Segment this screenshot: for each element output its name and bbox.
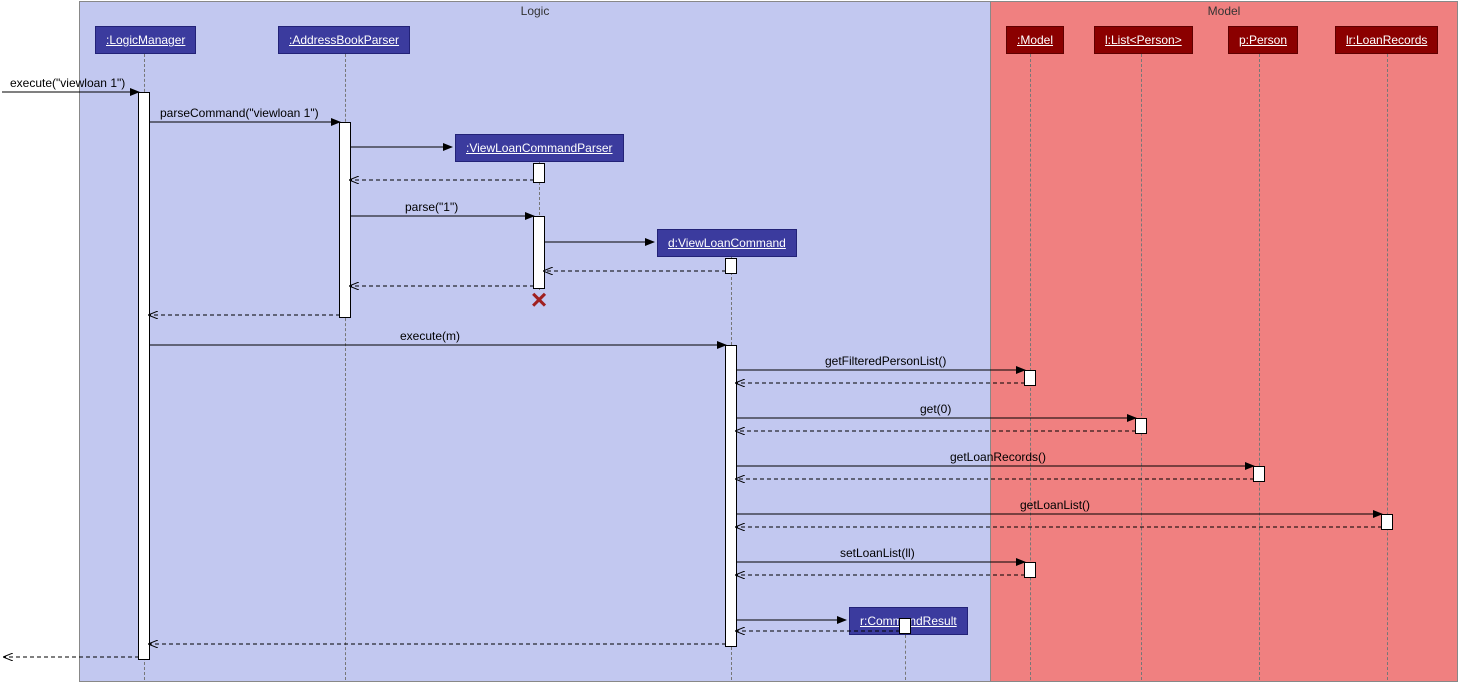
arrows-layer [0, 0, 1458, 681]
msg-parse: parse("1") [405, 200, 458, 214]
msg-get-filtered: getFilteredPersonList() [825, 354, 946, 368]
sequence-diagram: Logic Model :LogicManager :AddressBookPa… [0, 0, 1458, 681]
msg-get-loan-records: getLoanRecords() [950, 450, 1046, 464]
msg-set-loan-list: setLoanList(ll) [840, 546, 915, 560]
msg-get-loan-list: getLoanList() [1020, 498, 1090, 512]
msg-get-0: get(0) [920, 402, 951, 416]
msg-parse-command: parseCommand("viewloan 1") [160, 106, 319, 120]
msg-execute-viewloan: execute("viewloan 1") [10, 76, 125, 90]
msg-execute-m: execute(m) [400, 329, 460, 343]
